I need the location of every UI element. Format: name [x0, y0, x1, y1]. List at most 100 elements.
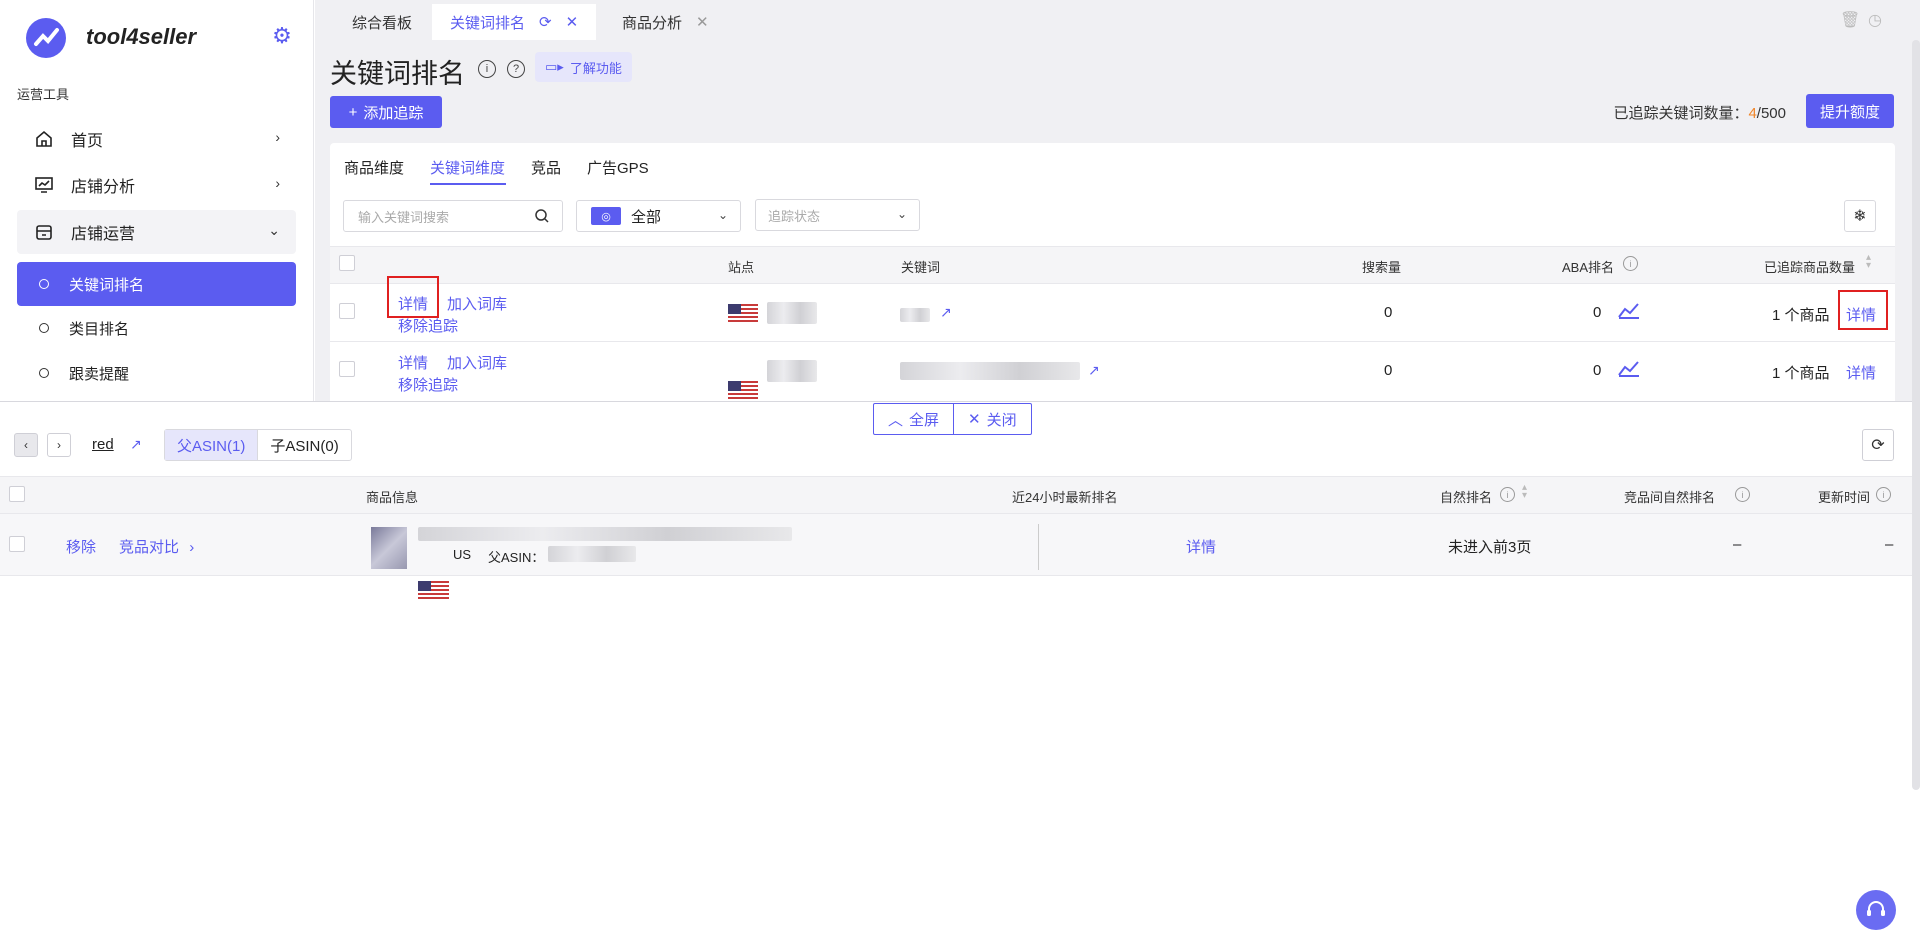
scrollbar[interactable] [1912, 40, 1920, 790]
select-all-checkbox[interactable] [339, 255, 355, 271]
fullscreen-button[interactable]: ︿ 全屏 [874, 404, 955, 434]
snowflake-icon: ❄ [1853, 208, 1867, 225]
keyword-search-input[interactable]: 输入关键词搜索 [343, 200, 563, 232]
sidebar-subitem-follow-alert[interactable]: 跟卖提醒 [17, 351, 296, 395]
tracked-total: /500 [1756, 105, 1786, 122]
column-separator [1038, 524, 1039, 570]
status-placeholder: 追踪状态 [768, 208, 821, 224]
row-checkbox[interactable] [339, 361, 355, 377]
tab-dashboard[interactable]: 综合看板 [334, 4, 430, 40]
history-icon[interactable]: ◷ [1868, 10, 1882, 30]
keyword-link[interactable]: red [92, 436, 114, 453]
remove-tracking-link[interactable]: 移除追踪 [398, 374, 458, 395]
col-natural-rank: 自然排名 [1440, 490, 1493, 505]
refresh-button[interactable]: ⟳ [1862, 429, 1894, 461]
sidebar-item-store-analysis[interactable]: 店铺分析 › [17, 163, 296, 207]
tracking-status-select[interactable]: 追踪状态 ⌄ [755, 199, 920, 231]
latest-rank-detail-link[interactable]: 详情 [1186, 536, 1216, 557]
refresh-icon[interactable]: ⟳ [539, 13, 552, 31]
sort-icon[interactable]: ▴ ▾ [1866, 253, 1871, 271]
tab-child-asin[interactable]: 子ASIN(0) [257, 430, 350, 460]
sidebar-item-store-ops[interactable]: 店铺运营 ⌄ [17, 210, 296, 254]
trash-icon[interactable]: 🗑 [1840, 10, 1860, 30]
site-select[interactable]: ◎ 全部 ⌄ [576, 200, 741, 232]
info-icon[interactable]: i [1623, 256, 1638, 271]
sidebar-item-label: 店铺分析 [71, 179, 136, 196]
detail-link[interactable]: 详情 [398, 293, 428, 314]
globe-icon: ◎ [591, 207, 621, 225]
active-tab-indicator [430, 183, 506, 185]
prev-button[interactable]: ‹ [14, 433, 38, 457]
tab-keyword-dimension[interactable]: 关键词维度 [430, 157, 505, 178]
product-detail-link[interactable]: 详情 [1846, 362, 1876, 383]
remove-link[interactable]: 移除 [66, 536, 96, 557]
parent-asin-label: 父ASIN： [488, 550, 545, 565]
column-settings-button[interactable]: ❄ [1844, 200, 1876, 232]
col-updated-time: 更新时间 [1818, 490, 1871, 505]
product-title-redacted[interactable] [418, 527, 792, 541]
compare-label: 竞品对比 [119, 539, 180, 556]
customer-support-icon[interactable] [1856, 890, 1896, 930]
remove-tracking-link[interactable]: 移除追踪 [398, 315, 458, 336]
close-label: 关闭 [986, 411, 1017, 429]
external-link-icon[interactable]: ↗ [1088, 362, 1100, 379]
info-icon[interactable]: i [1735, 487, 1750, 502]
add-to-library-link[interactable]: 加入词库 [447, 352, 507, 373]
tab-product-analysis[interactable]: 商品分析 ✕ [604, 4, 727, 40]
tab-ad-gps[interactable]: 广告GPS [587, 157, 649, 178]
row-checkbox[interactable] [339, 303, 355, 319]
us-flag-icon [728, 304, 758, 322]
compare-link[interactable]: 竞品对比 › [119, 536, 194, 557]
next-button[interactable]: › [47, 433, 71, 457]
tab-product-dimension[interactable]: 商品维度 [344, 157, 404, 178]
gear-icon[interactable]: ⚙ [270, 24, 294, 48]
help-icon[interactable]: ? [507, 60, 525, 78]
chevron-right-icon: › [189, 539, 195, 556]
info-icon[interactable]: i [478, 60, 496, 78]
external-link-icon[interactable]: ↗ [940, 304, 952, 321]
tab-competitor[interactable]: 竞品 [531, 157, 561, 178]
sort-icon[interactable]: ▴ ▾ [1522, 483, 1527, 501]
col-competitor-rank: 竞品间自然排名 [1624, 490, 1716, 505]
section-label: 运营工具 [17, 87, 70, 102]
external-link-icon[interactable]: ↗ [130, 436, 142, 453]
close-icon[interactable]: ✕ [696, 13, 709, 31]
trend-chart-icon[interactable] [1617, 300, 1641, 325]
select-all-checkbox[interactable] [9, 486, 25, 502]
add-to-library-link[interactable]: 加入词库 [447, 293, 507, 314]
learn-feature-button[interactable]: ▭▸ 了解功能 [535, 52, 632, 82]
col-tracked-products: 已追踪商品数量 [1764, 260, 1856, 275]
product-detail-link[interactable]: 详情 [1846, 304, 1876, 325]
detail-link[interactable]: 详情 [398, 352, 428, 373]
info-icon[interactable]: i [1500, 487, 1515, 502]
sidebar-subitem-label: 跟卖提醒 [69, 365, 130, 383]
product-thumbnail[interactable] [371, 527, 407, 569]
raise-quota-button[interactable]: 提升额度 [1806, 94, 1894, 128]
table-row [330, 343, 1895, 402]
col-site: 站点 [728, 260, 755, 275]
tab-keyword-rank[interactable]: 关键词排名 ⟳ ✕ [432, 4, 597, 40]
add-tracking-button[interactable]: + 添加追踪 [330, 96, 442, 128]
table-header [330, 246, 1895, 284]
tab-parent-asin[interactable]: 父ASIN(1) [165, 430, 258, 460]
sidebar-item-home[interactable]: 首页 › [17, 117, 296, 161]
search-icon[interactable] [534, 208, 550, 227]
split-controls: ︿ 全屏 ✕ 关闭 [873, 403, 1032, 435]
store-name-redacted [767, 302, 817, 324]
sidebar-subitem-category-rank[interactable]: 类目排名 [17, 306, 296, 350]
panel-divider[interactable] [0, 401, 1920, 402]
col-keyword: 关键词 [901, 260, 941, 275]
tracked-used: 4 [1748, 105, 1757, 122]
info-icon[interactable]: i [1876, 487, 1891, 502]
close-panel-button[interactable]: ✕ 关闭 [954, 404, 1031, 434]
aba-rank: 0 [1593, 304, 1602, 321]
us-flag-icon [728, 381, 758, 399]
close-icon[interactable]: ✕ [566, 13, 579, 31]
row-checkbox[interactable] [9, 536, 25, 552]
tab-label: 关键词排名 [450, 14, 526, 32]
bullet-icon [39, 368, 49, 378]
chevron-right-icon: › [275, 175, 280, 191]
trend-chart-icon[interactable] [1617, 358, 1641, 383]
sidebar-subitem-keyword-rank[interactable]: 关键词排名 [17, 262, 296, 306]
chevron-down-icon: ⌄ [896, 207, 907, 221]
